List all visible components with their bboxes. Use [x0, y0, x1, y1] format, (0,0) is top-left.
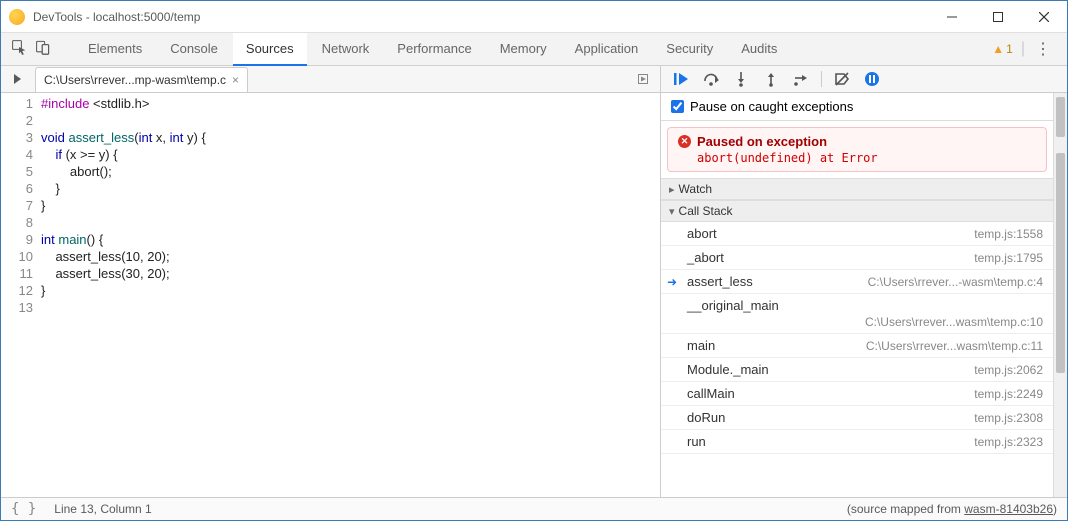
- warning-count: 1: [1006, 42, 1013, 56]
- frame-location: C:\Users\rrever...wasm\temp.c:10: [687, 313, 1043, 329]
- title-bar: DevTools - localhost:5000/temp: [1, 1, 1067, 33]
- sidebar-scrollbar[interactable]: [1053, 93, 1067, 497]
- frame-function: abort: [687, 226, 717, 241]
- deactivate-breakpoints-button[interactable]: [828, 68, 856, 90]
- frame-function: main: [687, 338, 715, 353]
- step-out-button[interactable]: [757, 68, 785, 90]
- debugger-sidebar: Pause on caught exceptions ✕ Paused on e…: [661, 93, 1067, 497]
- scrollbar-thumb[interactable]: [1056, 153, 1065, 373]
- line-gutter: 12345678910111213: [1, 93, 41, 497]
- resume-button[interactable]: [667, 68, 695, 90]
- tab-security[interactable]: Security: [653, 33, 726, 66]
- file-tab[interactable]: C:\Users\rrever...mp-wasm\temp.c ×: [35, 67, 248, 92]
- frame-location: temp.js:1558: [974, 227, 1043, 241]
- code-area[interactable]: #include <stdlib.h>void assert_less(int …: [41, 93, 660, 497]
- status-bar: { } Line 13, Column 1 (source mapped fro…: [1, 497, 1067, 520]
- devtools-tabstrip: ElementsConsoleSourcesNetworkPerformance…: [1, 33, 1067, 66]
- frame-location: temp.js:2062: [974, 363, 1043, 377]
- pause-on-caught-label: Pause on caught exceptions: [690, 99, 853, 114]
- file-tab-path: C:\Users\rrever...mp-wasm\temp.c: [44, 73, 226, 87]
- frame-location: temp.js:1795: [974, 251, 1043, 265]
- pretty-print-icon[interactable]: { }: [11, 501, 36, 517]
- minimize-button[interactable]: [929, 1, 975, 32]
- frame-location: C:\Users\rrever...wasm\temp.c:11: [866, 339, 1043, 353]
- stack-frame[interactable]: main C:\Users\rrever...wasm\temp.c:11: [661, 334, 1053, 358]
- more-menu-button[interactable]: ⋮: [1033, 39, 1053, 59]
- frame-function: assert_less: [687, 274, 753, 289]
- run-snippet-icon[interactable]: [632, 68, 654, 90]
- sources-toolbar: C:\Users\rrever...mp-wasm\temp.c ×: [1, 66, 1067, 93]
- error-icon: ✕: [678, 135, 691, 148]
- step-button[interactable]: [787, 68, 815, 90]
- pause-on-caught-checkbox[interactable]: [671, 100, 684, 113]
- source-editor[interactable]: 12345678910111213 #include <stdlib.h>voi…: [1, 93, 661, 497]
- callstack-section-header[interactable]: Call Stack: [661, 200, 1053, 222]
- tab-sources[interactable]: Sources: [233, 33, 307, 66]
- frame-location: temp.js:2323: [974, 435, 1043, 449]
- frame-location: temp.js:2308: [974, 411, 1043, 425]
- stack-frame[interactable]: abort temp.js:1558: [661, 222, 1053, 246]
- tab-elements[interactable]: Elements: [75, 33, 155, 66]
- tab-application[interactable]: Application: [562, 33, 652, 66]
- pause-exceptions-button[interactable]: [858, 68, 886, 90]
- step-over-button[interactable]: [697, 68, 725, 90]
- frame-function: _abort: [687, 250, 724, 265]
- stack-frame[interactable]: callMain temp.js:2249: [661, 382, 1053, 406]
- tab-console[interactable]: Console: [157, 33, 231, 66]
- frame-function: Module._main: [687, 362, 769, 377]
- scrollbar-thumb-top[interactable]: [1056, 97, 1065, 137]
- warnings-badge[interactable]: ▲ 1: [992, 42, 1013, 56]
- exception-message: abort(undefined) at Error: [678, 151, 1036, 165]
- tab-memory[interactable]: Memory: [487, 33, 560, 66]
- step-into-button[interactable]: [727, 68, 755, 90]
- sourcemap-link[interactable]: wasm-81403b26: [964, 502, 1053, 516]
- tab-audits[interactable]: Audits: [728, 33, 790, 66]
- stack-frame[interactable]: __original_mainC:\Users\rrever...wasm\te…: [661, 294, 1053, 334]
- watch-section-header[interactable]: Watch: [661, 178, 1053, 200]
- frame-function: __original_main: [687, 298, 1043, 313]
- close-button[interactable]: [1021, 1, 1067, 32]
- window-title: DevTools - localhost:5000/temp: [33, 10, 929, 24]
- frame-location: C:\Users\rrever...-wasm\temp.c:4: [868, 275, 1043, 289]
- stack-frame[interactable]: _abort temp.js:1795: [661, 246, 1053, 270]
- device-toggle-icon[interactable]: [35, 39, 51, 60]
- close-file-icon[interactable]: ×: [232, 73, 239, 87]
- frame-function: callMain: [687, 386, 735, 401]
- tab-network[interactable]: Network: [309, 33, 383, 66]
- stack-frame[interactable]: Module._main temp.js:2062: [661, 358, 1053, 382]
- navigator-toggle-icon[interactable]: [7, 68, 29, 90]
- inspect-element-icon[interactable]: [11, 39, 27, 60]
- frame-function: run: [687, 434, 706, 449]
- frame-function: doRun: [687, 410, 725, 425]
- exception-title: Paused on exception: [697, 134, 827, 149]
- maximize-button[interactable]: [975, 1, 1021, 32]
- stack-frame[interactable]: doRun temp.js:2308: [661, 406, 1053, 430]
- frame-location: temp.js:2249: [974, 387, 1043, 401]
- sourcemap-info: (source mapped from wasm-81403b26): [847, 502, 1057, 516]
- stack-frame[interactable]: ➜ assert_less C:\Users\rrever...-wasm\temp…: [661, 270, 1053, 294]
- tab-performance[interactable]: Performance: [384, 33, 484, 66]
- pause-on-caught-row[interactable]: Pause on caught exceptions: [661, 93, 1053, 121]
- stack-frame[interactable]: run temp.js:2323: [661, 430, 1053, 454]
- current-frame-icon: ➜: [667, 275, 677, 289]
- app-icon: [9, 9, 25, 25]
- exception-banner: ✕ Paused on exception abort(undefined) a…: [667, 127, 1047, 172]
- warning-icon: ▲: [992, 42, 1004, 56]
- cursor-position: Line 13, Column 1: [54, 502, 151, 516]
